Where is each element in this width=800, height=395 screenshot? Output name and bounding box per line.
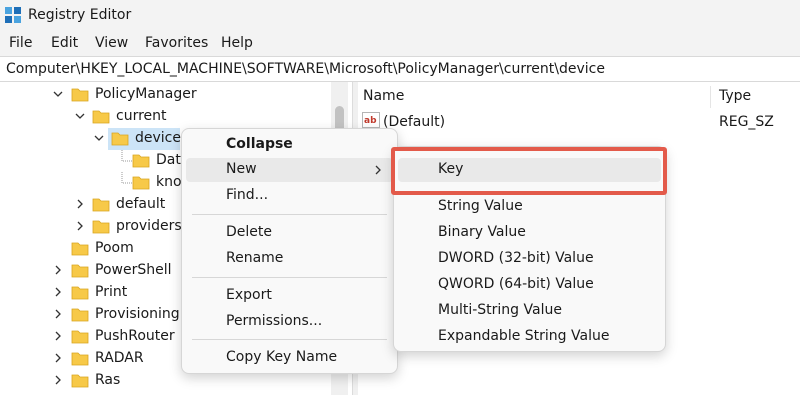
chevron-right-icon[interactable] — [74, 220, 86, 232]
tree-item-label: RADAR — [95, 350, 144, 366]
folder-icon — [132, 176, 150, 190]
folder-icon — [71, 330, 89, 344]
address-bar[interactable]: Computer\HKEY_LOCAL_MACHINE\SOFTWARE\Mic… — [0, 56, 800, 82]
menu-item-label: Export — [226, 287, 272, 303]
folder-icon — [92, 110, 110, 124]
chevron-right-icon[interactable] — [52, 264, 64, 276]
menu-file[interactable]: File — [9, 35, 32, 51]
tree-connector-icon — [121, 172, 132, 184]
annotation-highlight-box — [391, 147, 667, 195]
menu-item-label: Delete — [226, 224, 272, 240]
menu-item-label: Copy Key Name — [226, 349, 338, 365]
menu-item-delete[interactable]: Delete — [186, 221, 393, 245]
column-header-name[interactable]: Name — [363, 88, 404, 104]
tree-item-label: PolicyManager — [95, 86, 197, 102]
chevron-right-icon[interactable] — [52, 308, 64, 320]
folder-icon — [92, 198, 110, 212]
string-value-icon: ab — [362, 112, 380, 128]
folder-icon — [71, 352, 89, 366]
menu-help[interactable]: Help — [221, 35, 253, 51]
window-title: Registry Editor — [28, 7, 132, 23]
folder-icon — [92, 220, 110, 234]
context-menu: Collapse New Find... Delete Rename Expor… — [181, 128, 398, 374]
tree-connector-icon — [121, 150, 132, 162]
tree-item-label: Ras — [95, 372, 121, 388]
menu-item-label: String Value — [438, 198, 523, 214]
folder-icon — [71, 308, 89, 322]
column-separator[interactable] — [710, 86, 711, 108]
tree-item-label: Print — [95, 284, 128, 300]
tree-item-label: PowerShell — [95, 262, 172, 278]
chevron-right-icon — [375, 165, 381, 175]
tree-item-policymanager[interactable]: PolicyManager — [0, 84, 340, 106]
registry-editor-icon — [5, 7, 21, 23]
menu-item-string-value[interactable]: String Value — [398, 195, 661, 219]
title-bar: Registry Editor — [0, 0, 800, 32]
tree-item-label: providers — [116, 218, 182, 234]
menu-item-expandable-string-value[interactable]: Expandable String Value — [398, 325, 661, 349]
folder-icon — [71, 88, 89, 102]
folder-icon — [71, 264, 89, 278]
menu-item-rename[interactable]: Rename — [186, 247, 393, 271]
menu-item-export[interactable]: Export — [186, 284, 393, 308]
menu-item-label: QWORD (64-bit) Value — [438, 276, 594, 292]
menu-separator — [192, 277, 387, 278]
menu-item-dword-value[interactable]: DWORD (32-bit) Value — [398, 247, 661, 271]
chevron-right-icon[interactable] — [52, 330, 64, 342]
chevron-down-icon[interactable] — [93, 132, 105, 144]
menu-item-new[interactable]: New — [186, 158, 393, 182]
menu-item-label: DWORD (32-bit) Value — [438, 250, 594, 266]
menu-item-binary-value[interactable]: Binary Value — [398, 221, 661, 245]
menu-item-label: Rename — [226, 250, 284, 266]
menu-bar: File Edit View Favorites Help — [0, 32, 800, 56]
menu-favorites[interactable]: Favorites — [145, 35, 208, 51]
folder-icon — [71, 374, 89, 388]
menu-edit[interactable]: Edit — [51, 35, 78, 51]
folder-icon — [71, 242, 89, 256]
menu-item-find[interactable]: Find... — [186, 184, 393, 208]
menu-item-qword-value[interactable]: QWORD (64-bit) Value — [398, 273, 661, 297]
tree-item-label: kno — [156, 174, 182, 190]
tree-item-label: PushRouter — [95, 328, 175, 344]
menu-item-copy-key-name[interactable]: Copy Key Name — [186, 346, 393, 370]
column-header-type[interactable]: Type — [719, 88, 751, 104]
tree-item-label: Provisioning — [95, 306, 180, 322]
svg-text:ab: ab — [364, 116, 377, 126]
chevron-right-icon[interactable] — [52, 352, 64, 364]
chevron-right-icon[interactable] — [74, 198, 86, 210]
value-type: REG_SZ — [719, 114, 774, 130]
menu-item-label: New — [226, 161, 257, 177]
menu-separator — [192, 214, 387, 215]
chevron-down-icon[interactable] — [52, 88, 64, 100]
menu-view[interactable]: View — [95, 35, 128, 51]
folder-icon — [71, 286, 89, 300]
address-path[interactable]: Computer\HKEY_LOCAL_MACHINE\SOFTWARE\Mic… — [6, 61, 605, 77]
folder-open-icon — [111, 132, 129, 146]
tree-item-label: Dat — [156, 152, 181, 168]
tree-item-label: default — [116, 196, 166, 212]
menu-item-permissions[interactable]: Permissions... — [186, 310, 393, 334]
menu-separator — [192, 339, 387, 340]
folder-icon — [132, 154, 150, 168]
tree-item-label: device — [135, 130, 181, 146]
chevron-down-icon[interactable] — [74, 110, 86, 122]
menu-item-label: Binary Value — [438, 224, 526, 240]
menu-item-label: Find... — [226, 187, 269, 203]
menu-item-collapse[interactable]: Collapse — [186, 133, 393, 157]
menu-item-label: Collapse — [226, 136, 293, 152]
chevron-right-icon[interactable] — [52, 374, 64, 386]
menu-item-multi-string-value[interactable]: Multi-String Value — [398, 299, 661, 323]
menu-item-label: Expandable String Value — [438, 328, 610, 344]
menu-item-label: Permissions... — [226, 313, 323, 329]
tree-item-label: current — [116, 108, 167, 124]
menu-item-label: Multi-String Value — [438, 302, 562, 318]
tree-item-current[interactable]: current — [0, 106, 340, 128]
tree-item-label: Poom — [95, 240, 134, 256]
chevron-right-icon[interactable] — [52, 286, 64, 298]
